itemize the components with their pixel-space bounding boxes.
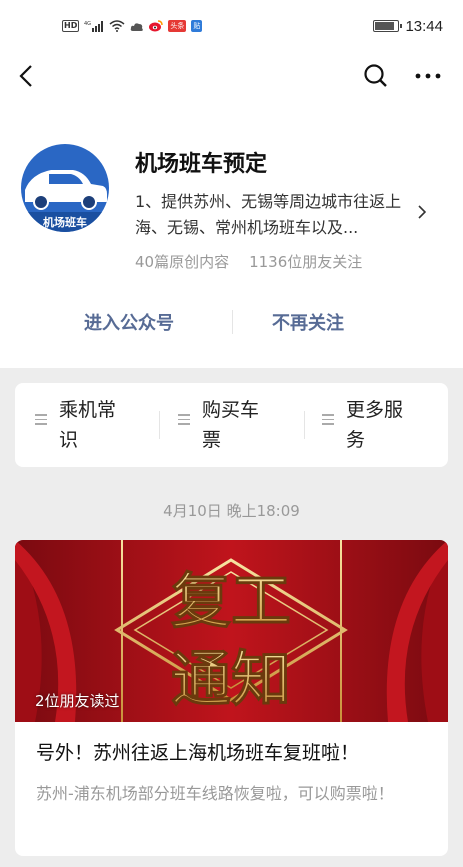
tieba-app-badge: 贴 [191, 20, 203, 32]
article-digest: 苏州-浦东机场部分班车线路恢复啦，可以购票啦！ [36, 784, 394, 803]
unfollow-button[interactable]: 不再关注 [272, 309, 344, 335]
signal-icon: 4G [84, 17, 104, 36]
menu-item-more-services[interactable]: 更多服务 [322, 395, 403, 455]
profile-actions: 进入公众号 不再关注 [0, 302, 463, 342]
menu-item-flight-tips[interactable]: 乘机常识 [35, 395, 116, 455]
enter-account-button[interactable]: 进入公众号 [84, 309, 174, 335]
avatar-text: 机场班车 [43, 215, 87, 229]
friends-following-count: 1136位朋友关注 [249, 253, 363, 271]
weibo-icon [149, 17, 164, 36]
menu-item-label: 乘机常识 [59, 399, 117, 451]
account-avatar[interactable]: 机场班车 [21, 144, 109, 232]
back-button[interactable] [8, 58, 44, 94]
account-description[interactable]: 1、提供苏州、无锡等周边城市往返上海、无锡、常州机场班车以及... [135, 189, 415, 241]
top-nav-bar [0, 46, 463, 106]
more-horizontal-icon [415, 73, 441, 79]
menu-item-label: 购买车票 [202, 399, 260, 451]
network-type-label: 4G [84, 21, 91, 27]
friends-read-label: 2位朋友读过 [35, 692, 120, 710]
battery-icon [373, 20, 403, 32]
menu-list-icon [322, 414, 334, 428]
account-name: 机场班车预定 [135, 152, 268, 177]
cover-headline-bottom: 通知 [171, 645, 291, 715]
hd-icon: HD [62, 20, 80, 32]
more-button[interactable] [410, 58, 446, 94]
status-icons-right: 13:44 [373, 16, 443, 36]
cloud-icon [130, 17, 144, 36]
article-card[interactable]: 复工 通知 2位朋友读过 号外！苏州往返上海机场班车复班啦！ 苏州-浦东机场部分… [15, 540, 448, 856]
menu-item-buy-tickets[interactable]: 购买车票 [178, 395, 259, 455]
status-icons-left: HD 4G 头条 贴 [62, 16, 203, 36]
menu-divider [159, 411, 160, 439]
search-icon [364, 64, 387, 87]
chevron-left-icon [19, 65, 32, 87]
menu-list-icon [35, 414, 47, 428]
chevron-right-icon [418, 205, 427, 219]
status-time: 13:44 [405, 17, 443, 35]
description-expand-button[interactable] [418, 204, 427, 223]
search-button[interactable] [358, 58, 394, 94]
battery-level-fill [375, 22, 395, 30]
account-profile: 机场班车 机场班车预定 1、提供苏州、无锡等周边城市往返上海、无锡、常州机场班车… [0, 106, 463, 368]
original-count: 40篇原创内容 [135, 253, 230, 271]
menu-divider [304, 411, 305, 439]
article-title[interactable]: 号外！苏州往返上海机场班车复班啦！ [36, 738, 359, 765]
menu-item-label: 更多服务 [346, 399, 404, 451]
message-date: 4月10日 晚上18:09 [163, 502, 300, 520]
menu-list-icon [178, 414, 190, 428]
status-bar: HD 4G 头条 贴 13:44 [0, 0, 463, 46]
cover-headline-top: 复工 [171, 567, 291, 637]
wifi-icon [109, 17, 125, 36]
account-stats: 40篇原创内容 1136位朋友关注 [135, 251, 362, 272]
account-menu-bar: 乘机常识 购买车票 更多服务 [15, 383, 448, 467]
toutiao-app-badge: 头条 [168, 20, 187, 32]
action-divider [232, 310, 233, 334]
